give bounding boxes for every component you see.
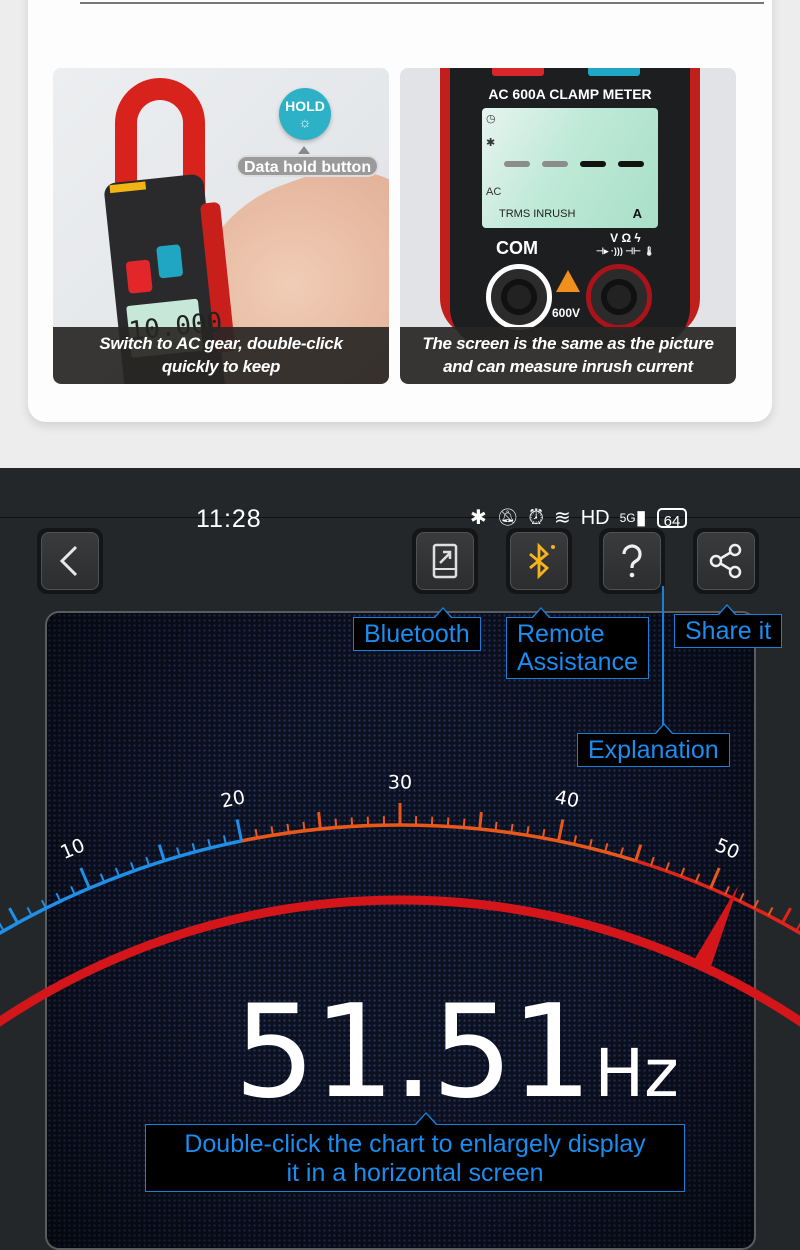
warning-icon (556, 270, 580, 292)
bluetooth-icon (529, 542, 555, 580)
com-jack (486, 264, 552, 330)
back-chevron-icon (59, 545, 78, 577)
reading-value: 51.51 (234, 978, 592, 1127)
heading-divider (80, 2, 764, 4)
rating-label: 600V (552, 306, 581, 320)
reading-unit: Hz (594, 1035, 679, 1112)
question-icon (622, 544, 642, 578)
mute-icon: 🔕︎ (496, 508, 519, 527)
brand-label (109, 181, 147, 194)
callout-remote-assistance: Remote Assistance (506, 607, 649, 679)
lcd-unit: A (632, 206, 642, 221)
callout-share: Share it (674, 604, 783, 648)
status-time: 11:28 (196, 505, 262, 533)
hold-badge: HOLD ☼ (279, 88, 331, 140)
callout-explanation: Explanation (577, 723, 730, 767)
hold-button-photo: 10.000 HOLD ☼ Data hold button Switch to… (53, 68, 389, 384)
hd-indicator: HD (580, 507, 610, 529)
timer-icon: ◷ (486, 113, 496, 125)
callout-bluetooth: Bluetooth (353, 607, 481, 651)
hold-pointer (298, 146, 310, 154)
meter-screen-photo: AC 600A CLAMP METER ◷ ✱ AC TRMS INRUSH A… (400, 68, 736, 384)
sel-button-image (125, 259, 153, 294)
back-button[interactable] (37, 528, 103, 594)
remote-assistance-button[interactable] (506, 528, 572, 594)
photo-caption: The screen is the same as the picture an… (400, 327, 736, 384)
export-book-icon (432, 543, 458, 579)
explanation-leader-line (662, 586, 664, 734)
lcd-trms: TRMS INRUSH (499, 208, 576, 220)
share-icon (709, 543, 742, 579)
battery-icon: 64 (656, 508, 688, 530)
signal-icon: 5G▮ (619, 507, 647, 529)
photo-caption: Switch to AC gear, double-click quickly … (53, 327, 389, 384)
share-button[interactable] (693, 528, 759, 594)
status-bar-icons: ✱ 🔕︎ ⏰︎ ≋ HD 5G▮ 64 (470, 506, 688, 530)
v-jack (586, 264, 652, 330)
bluetooth-icon: ✱ (470, 507, 487, 529)
explanation-button[interactable] (599, 528, 665, 594)
com-label: COM (496, 238, 538, 258)
alarm-icon: ⏰︎ (528, 507, 544, 529)
frequency-reading: 51.51Hz (234, 978, 679, 1127)
meter-title: AC 600A CLAMP METER (488, 86, 652, 102)
hint-callout: Double-click the chart to enlargely disp… (145, 1112, 685, 1192)
wifi-icon: ≋ (553, 507, 571, 529)
bluetooth-connect-button[interactable] (412, 528, 478, 594)
lcd-mode: AC (486, 186, 502, 198)
v-terminal-label: V Ω ϟ ⊣▸ ·))) ⊣⊢ 🌡 (596, 231, 655, 257)
ncv-button-image (156, 244, 184, 279)
sun-icon: ☼ (298, 114, 312, 130)
meter-lcd-large: ◷ ✱ AC TRMS INRUSH A (482, 108, 658, 228)
hold-label: Data hold button (236, 155, 380, 177)
product-info-section: measurement procedure information 10.000… (0, 0, 800, 468)
bluetooth-icon: ✱ (486, 137, 496, 149)
